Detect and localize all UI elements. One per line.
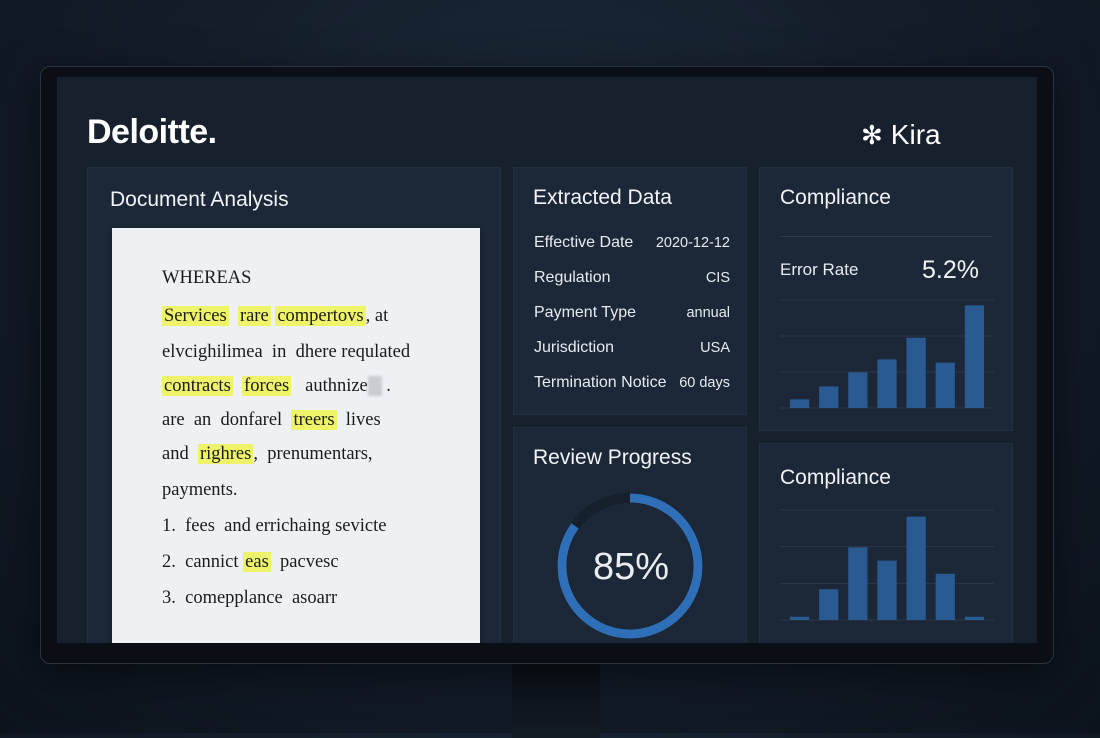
extracted-data-row[interactable]: Effective Date 2020-12-12 [534,234,730,252]
document-text: . [381,376,391,396]
document-line: WHEREAS [162,268,251,289]
chart-bar [848,372,868,408]
document-line: 2. cannict eas pacvesc [162,552,339,573]
document-text: are an donfarel [162,410,292,430]
highlighted-text: rare [237,306,271,326]
extracted-data-label: Jurisdiction [534,339,615,356]
extracted-data-label: Termination Notice [534,374,667,391]
compliance-top-divider [780,236,992,237]
document-preview[interactable]: WHEREAS Services rare compertovs, at elvci… [112,228,480,643]
chart-bar [906,516,926,620]
extracted-data-value: USA [700,340,730,356]
monitor-frame: Deloitte. ✻ Kira Document Analysis WHERE… [40,66,1054,664]
document-text: 1. fees and errichaing sevicte [162,516,387,536]
document-line: elvcighilimea in dhere requlated [162,342,410,363]
dashboard-screen: Deloitte. ✻ Kira Document Analysis WHERE… [57,77,1037,643]
compliance-bottom-title: Compliance [780,466,891,489]
chart-bar [935,362,955,408]
chart-bar [906,337,926,408]
deloitte-logo: Deloitte. [87,113,217,151]
extracted-data-panel: Extracted Data Effective Date 2020-12-12 R… [513,167,747,415]
document-text [233,376,242,396]
document-text: , prenumentars, [253,444,373,464]
extracted-data-value: annual [686,305,730,321]
highlighted-text: contracts [162,376,233,396]
document-analysis-panel: Document Analysis WHEREAS Services rare c… [87,167,501,643]
chart-bar [848,547,868,620]
extracted-data-value: 2020-12-12 [655,235,730,251]
compliance-panel-bottom: Compliance [759,443,1013,643]
extracted-data-value: 60 days [679,375,730,391]
highlighted-text: eas [243,552,271,572]
document-text [367,376,382,396]
chart-bar [789,616,810,620]
error-rate-value: 5.2% [922,256,979,284]
review-progress-panel: Review Progress 85% [513,427,747,643]
extracted-data-label: Effective Date [534,234,634,251]
highlighted-text: treers [291,410,337,430]
asterisk-icon: ✻ [861,119,883,150]
chart-bar [789,399,810,408]
extracted-data-row[interactable]: Payment Type annual [534,304,730,322]
progress-percent-label: 85% [592,546,670,588]
document-line: 1. fees and errichaing sevicte [162,516,386,537]
document-line: contracts forces authnize . [162,376,391,397]
extracted-data-row[interactable]: Jurisdiction USA [534,339,730,357]
kira-logo: ✻ Kira [861,119,941,151]
document-text: WHEREAS [162,268,252,288]
document-text: , at [365,306,389,326]
document-text: and [162,444,198,464]
chart-bar [819,386,839,408]
compliance-bottom-bar-chart [780,509,994,621]
chart-bar [964,305,985,408]
chart-bar [877,359,897,408]
highlighted-text: righres [197,444,254,464]
extracted-data-row[interactable]: Termination Notice 60 days [534,374,730,392]
chart-bar [819,589,839,620]
chart-bar [964,616,985,620]
extracted-data-row[interactable]: Regulation CIS [534,269,730,287]
document-text: elvcighilimea in dhere requlated [162,342,411,362]
document-text: lives [336,410,381,430]
document-text: payments. [162,480,238,500]
kira-logo-text: Kira [890,119,941,150]
document-line: and righres, prenumentars, [162,444,373,465]
extracted-data-value: CIS [705,270,730,286]
chart-bar [877,560,897,620]
document-text: 2. cannict [162,552,244,572]
highlighted-text: forces [242,376,292,396]
compliance-top-bar-chart [780,299,994,409]
document-line: are an donfarel treers lives [162,410,381,431]
document-text: pacvesc [270,552,339,572]
chart-bar [935,573,955,620]
document-text: 3. comepplance asoarr [162,588,338,608]
compliance-top-title: Compliance [780,186,891,209]
document-line: Services rare compertovs, at [162,306,388,327]
document-line: payments. [162,480,238,501]
review-progress-title: Review Progress [533,446,692,469]
document-analysis-title: Document Analysis [110,188,289,211]
document-text [229,306,238,326]
document-line: 3. comepplance asoarr [162,588,337,609]
extracted-data-title: Extracted Data [533,186,672,209]
highlighted-text: compertovs [275,306,366,326]
monitor-stand [512,658,600,738]
highlighted-text: Services [162,306,229,326]
error-rate-label: Error Rate [780,260,859,279]
extracted-data-label: Payment Type [534,304,636,321]
document-text: authnize [291,376,368,396]
extracted-data-label: Regulation [534,269,611,286]
compliance-panel-top: Compliance Error Rate 5.2% [759,167,1013,431]
